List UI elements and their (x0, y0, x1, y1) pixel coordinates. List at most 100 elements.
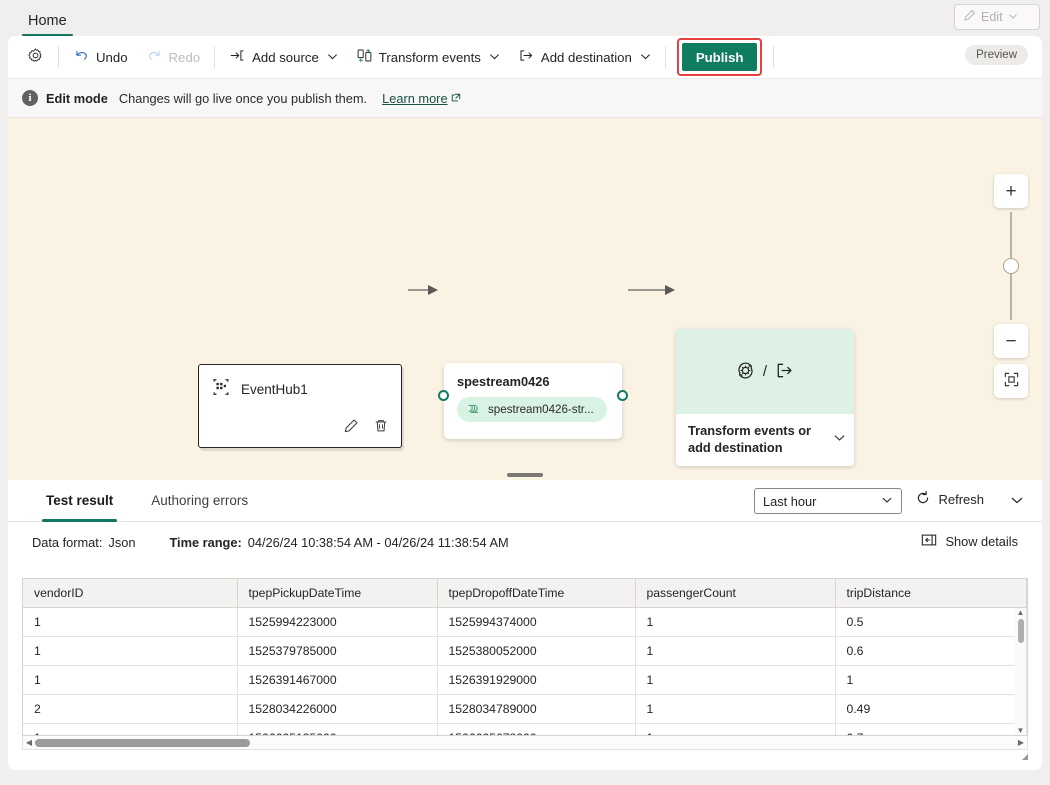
node-spestream0426-pill-label: spestream0426-str... (488, 403, 594, 416)
panel-splitter[interactable] (8, 470, 1042, 480)
node-eventhub1-title: EventHub1 (241, 382, 308, 397)
settings-button[interactable] (18, 42, 53, 72)
cell-pickup: 1526391467000 (237, 665, 438, 695)
cell-pickup: 1525379785000 (237, 636, 438, 666)
node-spestream0426-input-port[interactable] (438, 390, 449, 401)
time-range-value: 04/26/24 10:38:54 AM - 04/26/24 11:38:54… (247, 534, 509, 550)
transform-icon (735, 360, 756, 384)
cell-dropoff: 1528034789000 (437, 694, 636, 724)
edit-mode-message-bar: i Edit mode Changes will go live once yo… (8, 78, 1042, 118)
scroll-right-arrow-icon[interactable]: ▶ (1015, 738, 1027, 747)
cell-tripdistance: 0.49 (835, 694, 1027, 724)
zoom-slider-handle[interactable] (1003, 258, 1019, 274)
redo-button[interactable]: Redo (137, 42, 210, 72)
pencil-icon (963, 9, 976, 25)
eventstream-canvas[interactable]: EventHub1 spestream0426 spestream0426-st… (8, 118, 1042, 470)
cell-dropoff: 1525380052000 (437, 636, 636, 666)
cell-passengercount: 1 (635, 636, 836, 666)
zoom-out-button[interactable]: − (994, 324, 1028, 358)
cell-pickup: 1525994223000 (237, 607, 438, 637)
node-transform-or-destination[interactable]: / Transform events or add destination (676, 329, 854, 466)
column-header-vendorid[interactable]: vendorID (23, 579, 238, 608)
cell-dropoff: 1525994374000 (437, 607, 636, 637)
tab-test-result[interactable]: Test result (42, 480, 118, 522)
cell-dropoff: 1526665678000 (437, 723, 636, 735)
table-row[interactable]: 1 1525379785000 1525380052000 1 0.6 (23, 636, 1027, 666)
table-vertical-scrollbar[interactable]: ▲ ▼ (1015, 608, 1026, 735)
column-header-tripdistance[interactable]: tripDistance (835, 579, 1027, 608)
zoom-out-label: − (1005, 330, 1017, 352)
node-spestream0426[interactable]: spestream0426 spestream0426-str... (438, 363, 628, 439)
scroll-up-arrow-icon[interactable]: ▲ (1017, 608, 1025, 618)
publish-highlight: Publish (676, 38, 763, 76)
panel-expand-icon (921, 533, 937, 550)
table-vertical-scroll-thumb[interactable] (1017, 619, 1024, 643)
table-horizontal-scroll-thumb[interactable] (35, 738, 250, 747)
add-source-button[interactable]: Add source (220, 42, 347, 72)
command-bar: Undo Redo Add source Transform events Ad… (8, 36, 1042, 78)
show-details-label: Show details (945, 534, 1018, 549)
add-source-label: Add source (252, 49, 319, 65)
refresh-dropdown-chevron[interactable] (1010, 493, 1024, 512)
node-eventhub1-header: EventHub1 (199, 365, 401, 402)
refresh-button[interactable]: Refresh (915, 490, 984, 509)
edit-button[interactable]: Edit (954, 4, 1040, 30)
learn-more-link[interactable]: Learn more (382, 91, 460, 106)
tab-home[interactable]: Home (22, 13, 73, 36)
pencil-icon[interactable] (343, 418, 359, 439)
chevron-down-icon[interactable] (833, 431, 846, 449)
column-header-passengercount[interactable]: passengerCount (635, 579, 836, 608)
publish-button[interactable]: Publish (681, 43, 758, 71)
cell-vendorid: 1 (23, 636, 238, 666)
zoom-slider[interactable] (994, 208, 1028, 324)
info-icon: i (22, 90, 38, 106)
table-row[interactable]: 1 1526665135000 1526665678000 1 0.7 (23, 723, 1027, 735)
scroll-left-arrow-icon[interactable]: ◀ (23, 738, 35, 747)
time-range-label: Time range: (169, 534, 242, 550)
chevron-down-icon (881, 494, 893, 509)
transform-events-button[interactable]: Transform events (347, 42, 509, 72)
cell-tripdistance: 0.7 (835, 723, 1027, 735)
fit-to-screen-button[interactable] (994, 364, 1028, 398)
table-row[interactable]: 1 1526391467000 1526391929000 1 1 (23, 665, 1027, 695)
node-transform-or-destination-icons: / (676, 329, 854, 414)
zoom-in-button[interactable]: + (994, 174, 1028, 208)
trash-icon[interactable] (373, 418, 389, 439)
preview-badge: Preview (965, 45, 1028, 65)
preview-badge-label: Preview (976, 49, 1017, 61)
cell-vendorid: 1 (23, 665, 238, 695)
scroll-down-arrow-icon[interactable]: ▼ (1017, 726, 1025, 735)
undo-button[interactable]: Undo (64, 42, 137, 72)
table-header-row: vendorID tpepPickupDateTime tpepDropoffD… (23, 579, 1027, 608)
results-meta-row: Data format: Json Time range: 04/26/24 1… (8, 522, 1042, 562)
ribbon-tabstrip: Home Edit (0, 0, 1050, 36)
tab-test-result-label: Test result (46, 493, 114, 508)
panel-splitter-grip[interactable] (507, 473, 543, 477)
node-spestream0426-output-port[interactable] (617, 390, 628, 401)
add-destination-button[interactable]: Add destination (509, 42, 660, 72)
node-spestream0426-pill[interactable]: spestream0426-str... (457, 397, 607, 422)
chevron-down-icon (489, 50, 500, 65)
toolbar-divider (664, 46, 666, 68)
show-details-button[interactable]: Show details (921, 533, 1018, 550)
edit-mode-text: Changes will go live once you publish th… (118, 90, 368, 106)
eventstream-editor: Home Edit Undo Redo Add source Transform… (0, 0, 1050, 785)
column-header-tpepdropoffdatetime[interactable]: tpepDropoffDateTime (437, 579, 636, 608)
tab-authoring-errors-label: Authoring errors (151, 493, 249, 508)
destination-icon (774, 360, 795, 384)
table-row[interactable]: 1 1525994223000 1525994374000 1 0.5 (23, 607, 1027, 637)
time-range-select[interactable]: Last hour (754, 488, 902, 514)
cell-vendorid: 1 (23, 607, 238, 637)
eventhub-icon (211, 377, 231, 402)
chevron-down-icon (640, 50, 651, 65)
cell-pickup: 1526665135000 (237, 723, 438, 735)
panel-resize-grip[interactable]: ◢ (1022, 752, 1028, 761)
table-horizontal-scrollbar[interactable]: ◀ ▶ (22, 736, 1028, 750)
results-table[interactable]: vendorID tpepPickupDateTime tpepDropoffD… (22, 578, 1028, 736)
table-row[interactable]: 2 1528034226000 1528034789000 1 0.49 (23, 694, 1027, 724)
cell-passengercount: 1 (635, 607, 836, 637)
column-header-tpeppickupdatetime[interactable]: tpepPickupDateTime (237, 579, 438, 608)
tab-authoring-errors[interactable]: Authoring errors (147, 480, 252, 522)
node-eventhub1[interactable]: EventHub1 (198, 364, 402, 448)
node-transform-or-destination-footer[interactable]: Transform events or add destination (676, 414, 854, 466)
